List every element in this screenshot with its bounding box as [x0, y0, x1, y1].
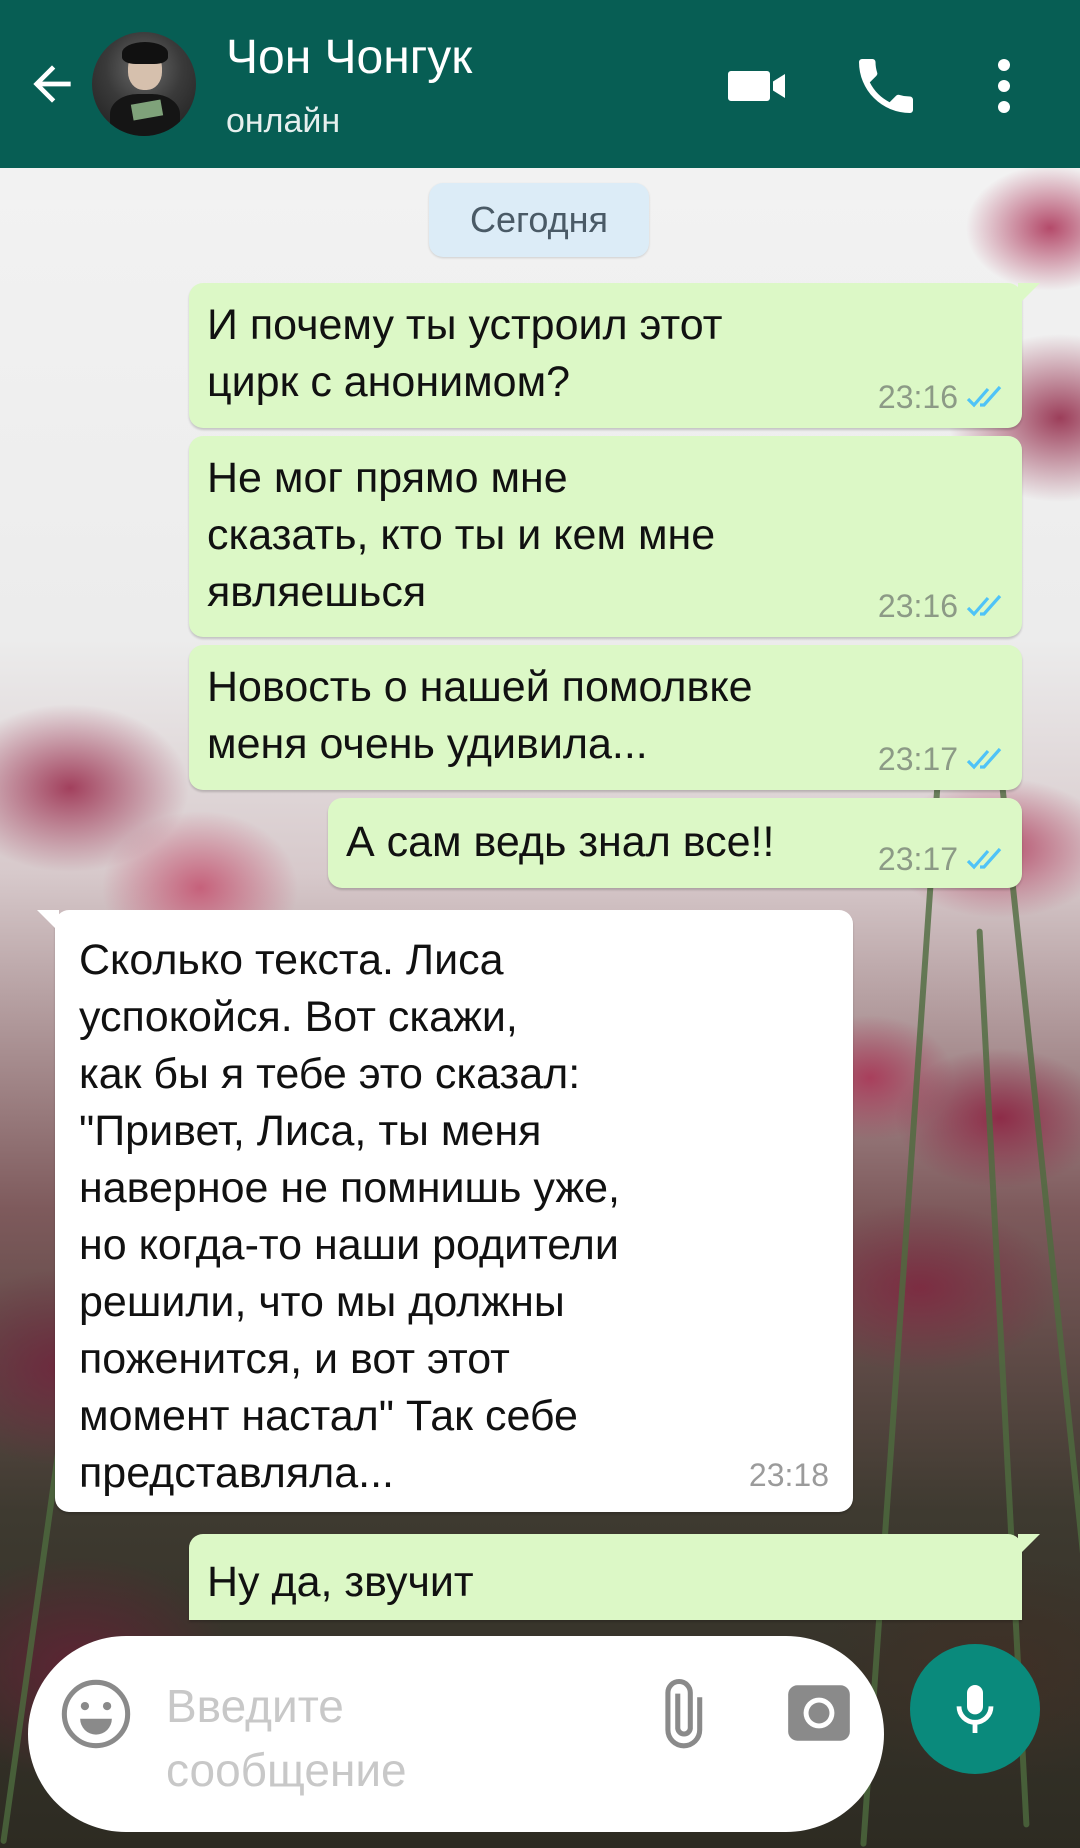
more-vert-icon[interactable]	[968, 50, 1040, 122]
message-text: Ну да, звучит	[207, 1558, 474, 1606]
message-incoming[interactable]: Сколько текста. Лиса успокойся. Вот скаж…	[37, 910, 853, 1512]
phone-icon[interactable]	[850, 50, 922, 122]
camera-icon[interactable]	[782, 1676, 856, 1750]
contact-name[interactable]: Чон Чонгук	[226, 30, 472, 85]
read-receipt-icon	[966, 594, 1002, 617]
message-input[interactable]: Введите сообщение	[166, 1674, 626, 1804]
back-arrow-icon[interactable]	[24, 56, 80, 112]
message-time: 23:17	[877, 741, 958, 777]
message-time: 23:18	[748, 1457, 829, 1493]
contact-status: онлайн	[226, 102, 341, 140]
message-text: Сколько текста. Лиса успокойся. Вот скаж…	[79, 936, 620, 1497]
message-time: 23:17	[877, 841, 958, 877]
read-receipt-icon	[966, 847, 1002, 870]
mic-icon[interactable]	[910, 1644, 1040, 1774]
videocam-icon[interactable]	[722, 50, 794, 122]
message-text: Не мог прямо мне сказать, кто ты и кем м…	[207, 454, 716, 616]
chat-header: Чон Чонгук онлайн	[0, 0, 1080, 168]
message-outgoing[interactable]: Ну да, звучит	[189, 1534, 1040, 1620]
message-outgoing[interactable]: А сам ведь знал все!! 23:17	[328, 798, 1022, 888]
message-text: А сам ведь знал все!!	[346, 818, 775, 866]
message-composer: Введите сообщение	[28, 1636, 884, 1832]
emoji-icon[interactable]	[58, 1676, 134, 1752]
message-time: 23:16	[877, 588, 958, 624]
read-receipt-icon	[966, 385, 1002, 408]
attach-icon[interactable]	[642, 1678, 718, 1754]
message-outgoing[interactable]: Новость о нашей помолвке меня очень удив…	[189, 645, 1022, 790]
date-separator: Сегодня	[429, 183, 649, 257]
message-text: И почему ты устроил этот цирк с анонимом…	[207, 301, 723, 406]
read-receipt-icon	[966, 747, 1002, 770]
message-outgoing[interactable]: Не мог прямо мне сказать, кто ты и кем м…	[189, 436, 1022, 637]
message-text: Новость о нашей помолвке меня очень удив…	[207, 663, 753, 768]
message-outgoing[interactable]: И почему ты устроил этот цирк с анонимом…	[189, 283, 1040, 428]
avatar[interactable]	[92, 32, 196, 136]
message-time: 23:16	[877, 379, 958, 415]
